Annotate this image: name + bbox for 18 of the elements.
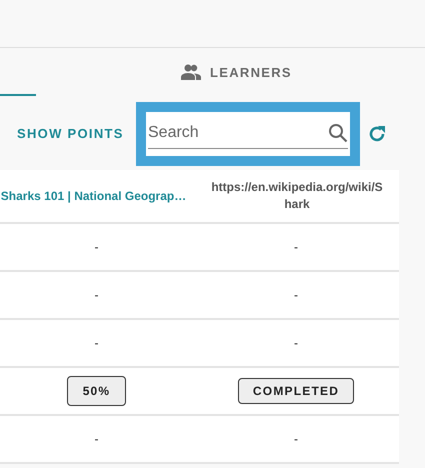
table-cell-text: - (293, 432, 299, 446)
table-cell-text: - (94, 288, 100, 302)
search-field[interactable]: Search (148, 124, 328, 142)
table-cell-text: - (293, 288, 299, 302)
search-icon[interactable] (328, 123, 348, 143)
table-cell-text: - (94, 336, 100, 350)
table-cell-text: - (94, 432, 100, 446)
people-icon (180, 64, 202, 80)
table-cell-text: - (293, 336, 299, 350)
refresh-icon[interactable] (367, 124, 387, 144)
column-header: https://en.wikipedia.org/wiki/Shark (210, 178, 384, 213)
table-cell-text: - (94, 240, 100, 254)
show-points-button[interactable]: SHOW POINTS (17, 126, 127, 141)
status-badge: COMPLETED (238, 378, 354, 404)
table-cell-text: - (293, 240, 299, 254)
status-badge: 50% (66, 376, 126, 406)
learners-tab[interactable]: LEARNERS (176, 48, 296, 96)
column-header-link[interactable]: Sharks 101 | National Geograp… (0, 189, 187, 203)
